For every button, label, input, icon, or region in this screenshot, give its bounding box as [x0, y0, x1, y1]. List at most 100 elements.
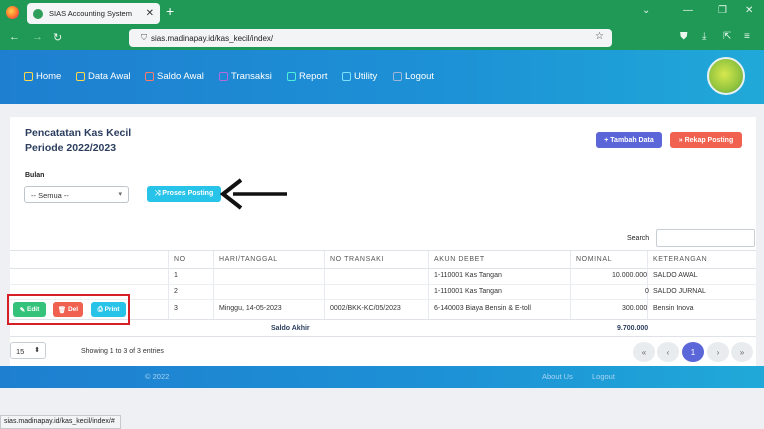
browser-tab-bar: SIAS Accounting System ✕ + ⌄ — ❐ ✕ — [0, 0, 764, 26]
browser-nav-bar: ← → ↻ ⛉ sias.madinapay.id/kas_kecil/inde… — [0, 26, 764, 50]
home-icon — [24, 72, 33, 81]
menu-label: Saldo Awal — [157, 71, 204, 82]
copyright-text: © 2022 — [145, 372, 170, 381]
back-icon[interactable]: ← — [9, 31, 20, 43]
cell-notransaksi: 0002/BKK-KC/05/2023 — [330, 305, 401, 312]
saldo-akhir-value: 9.700.000 — [617, 325, 649, 332]
double-chevron-left-icon: « — [641, 347, 647, 357]
last-page-button[interactable]: » — [731, 342, 753, 362]
col-header-no[interactable]: NO — [174, 256, 186, 263]
menu-report[interactable]: Report — [287, 71, 328, 82]
rekap-posting-button[interactable]: » Rekap Posting — [670, 132, 742, 148]
cell-no: 1 — [174, 272, 178, 279]
menu-label: Logout — [405, 71, 435, 82]
col-header-akun[interactable]: AKUN DEBET — [434, 256, 485, 263]
menu-saldo-awal[interactable]: Saldo Awal — [145, 71, 204, 82]
address-bar[interactable]: ⛉ sias.madinapay.id/kas_kecil/index/ ☆ — [129, 29, 612, 47]
first-page-button[interactable]: « — [633, 342, 655, 362]
tab-list-icon[interactable]: ⌄ — [642, 5, 650, 16]
cell-akun: 1-110001 Kas Tangan — [434, 288, 502, 295]
close-tab-icon[interactable]: ✕ — [146, 8, 154, 19]
bulan-select[interactable]: -- Semua -- ▾ — [24, 186, 129, 203]
search-input[interactable] — [656, 229, 755, 247]
app-logo — [707, 57, 745, 95]
print-button[interactable]: ⎙ Print — [91, 302, 126, 317]
ledger-icon — [145, 72, 154, 81]
menu-icon[interactable]: ≡ — [744, 31, 750, 42]
menu-logout[interactable]: Logout — [393, 71, 434, 82]
delete-label: Del — [67, 306, 79, 313]
column-separator — [213, 251, 214, 319]
page-title-line2: Periode 2022/2023 — [25, 142, 117, 154]
cell-akun: 1-110001 Kas Tangan — [434, 272, 502, 279]
cell-keterangan: SALDO AWAL — [653, 272, 698, 279]
cart-icon — [219, 72, 228, 81]
print-label: Print — [104, 306, 120, 313]
header-divider — [10, 268, 756, 269]
tambah-data-button[interactable]: + Tambah Data — [596, 132, 662, 148]
tab-title: SIAS Accounting System — [49, 9, 132, 18]
cell-keterangan: Bensin Inova — [653, 305, 694, 312]
page-1-button[interactable]: 1 — [682, 342, 704, 362]
new-tab-icon[interactable]: + — [166, 3, 174, 19]
delete-button[interactable]: 🗑 Del — [53, 302, 83, 317]
page-info-icon[interactable]: ⛉ — [141, 33, 147, 43]
proses-posting-button[interactable]: ⤨ Proses Posting — [147, 186, 221, 202]
page-title-line1: Pencatatan Kas Kecil — [25, 127, 132, 139]
report-icon — [287, 72, 296, 81]
menu-label: Transaksi — [231, 71, 272, 82]
monitor-icon — [76, 72, 85, 81]
column-separator — [428, 251, 429, 319]
per-page-value: 15 — [16, 347, 25, 356]
forward-icon[interactable]: → — [32, 31, 43, 43]
url-text: sias.madinapay.id/kas_kecil/index/ — [151, 33, 274, 43]
cell-nominal: 10.000.000 — [612, 272, 648, 279]
firefox-icon[interactable] — [6, 6, 19, 19]
bookmark-star-icon[interactable]: ☆ — [595, 31, 604, 42]
col-header-tanggal[interactable]: HARI/TANGGAL — [219, 256, 278, 263]
column-separator — [168, 251, 169, 319]
pocket-icon[interactable]: ⛊ — [680, 31, 688, 42]
downloads-icon[interactable]: ⤓ — [702, 31, 706, 42]
menu-utility[interactable]: Utility — [342, 71, 377, 82]
column-separator — [324, 251, 325, 319]
page-title: Pencatatan Kas Kecil Periode 2022/2023 — [25, 126, 131, 156]
next-page-button[interactable]: › — [707, 342, 729, 362]
site-favicon-icon — [33, 8, 43, 19]
browser-tab[interactable]: SIAS Accounting System ✕ — [27, 3, 160, 24]
menu-transaksi[interactable]: Transaksi — [219, 71, 272, 82]
menu-home[interactable]: Home — [24, 71, 61, 82]
entries-info: Showing 1 to 3 of 3 entries — [81, 348, 164, 355]
trash-icon: 🗑 — [57, 306, 67, 314]
table-top-border — [10, 250, 756, 251]
bulan-select-value: -- Semua -- — [31, 191, 69, 200]
per-page-select[interactable]: 15 ⬍ — [10, 342, 46, 359]
annotation-arrow-icon — [219, 178, 287, 210]
app-footer: © 2022 About Us Logout — [0, 366, 764, 388]
prev-page-button[interactable]: ‹ — [657, 342, 679, 362]
reload-icon[interactable]: ↻ — [53, 31, 62, 44]
col-header-notransaksi[interactable]: NO TRANSAKI — [330, 256, 384, 263]
tools-icon — [342, 72, 351, 81]
cell-no: 3 — [174, 305, 178, 312]
footer-link-logout[interactable]: Logout — [592, 372, 615, 381]
col-header-keterangan[interactable]: KETERANGAN — [653, 256, 707, 263]
extensions-icon[interactable]: ⇱ — [723, 31, 731, 42]
close-window-icon[interactable]: ✕ — [745, 5, 753, 16]
restore-icon[interactable]: ❐ — [718, 5, 727, 16]
footer-link-about[interactable]: About Us — [542, 372, 573, 381]
cell-no: 2 — [174, 288, 178, 295]
status-bar-url: sias.madinapay.id/kas_kecil/index/# — [0, 415, 121, 429]
menu-data-awal[interactable]: Data Awal — [76, 71, 131, 82]
menu-label: Home — [36, 71, 62, 82]
row-divider — [10, 284, 756, 285]
menu-label: Report — [299, 71, 328, 82]
chevron-right-icon: › — [716, 347, 720, 357]
pencil-icon: ✎ — [19, 306, 26, 314]
logout-icon — [393, 72, 402, 81]
minimize-icon[interactable]: — — [683, 5, 693, 16]
table-bottom-border — [10, 336, 756, 337]
edit-button[interactable]: ✎ Edit — [13, 302, 46, 317]
col-header-nominal[interactable]: NOMINAL — [576, 256, 612, 263]
printer-icon: ⎙ — [97, 305, 103, 313]
